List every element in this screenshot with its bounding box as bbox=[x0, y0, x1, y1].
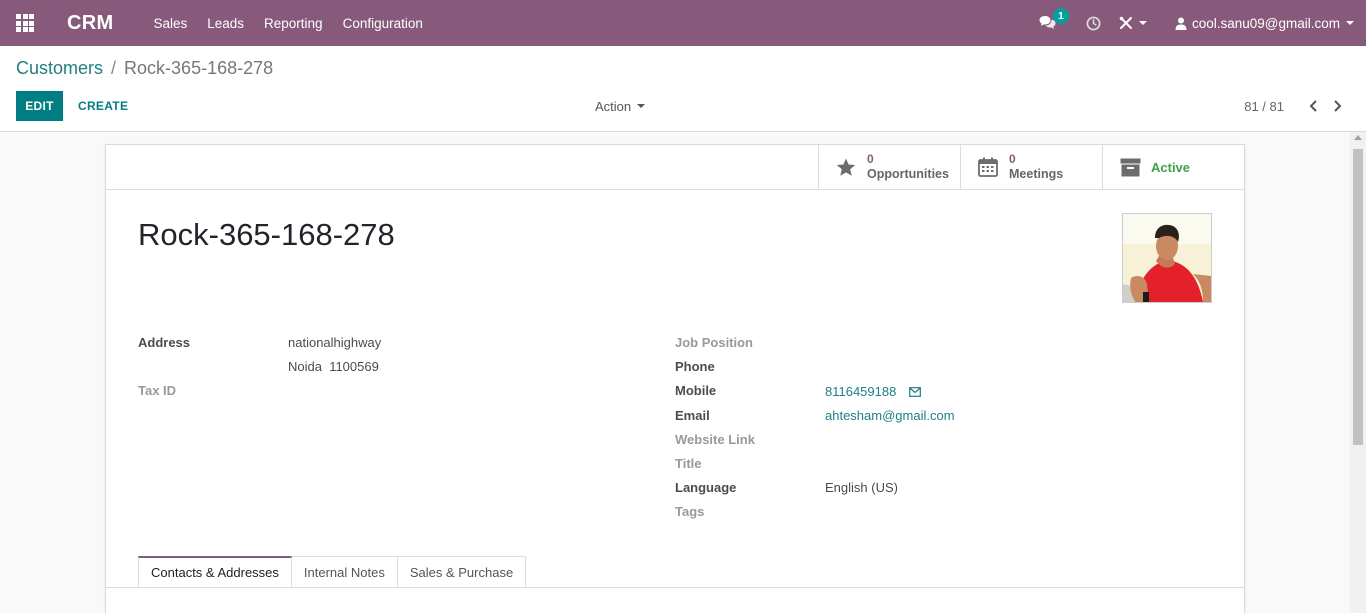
pager: 81 / 81 bbox=[1244, 91, 1346, 121]
edit-button[interactable]: EDIT bbox=[16, 91, 63, 121]
language-value: English (US) bbox=[825, 480, 898, 495]
breadcrumb: Customers / Rock-365-168-278 bbox=[16, 58, 273, 79]
address-line2: Noida 1100569 bbox=[288, 359, 379, 374]
clock-icon[interactable] bbox=[1086, 16, 1101, 31]
user-email: cool.sanu09@gmail.com bbox=[1191, 15, 1340, 31]
debug-tools-icon[interactable] bbox=[1119, 16, 1147, 30]
opportunities-label: Opportunities bbox=[867, 167, 949, 181]
address-line1: nationalhighway bbox=[288, 335, 382, 350]
send-sms-envelope-icon[interactable] bbox=[909, 385, 921, 400]
tags-label: Tags bbox=[675, 504, 705, 519]
meetings-smart-button[interactable]: 0 Meetings bbox=[960, 145, 1102, 189]
avatar[interactable] bbox=[1122, 213, 1212, 303]
meetings-count: 0 bbox=[1009, 152, 1016, 166]
breadcrumb-separator: / bbox=[111, 58, 117, 78]
caret-down-icon bbox=[637, 104, 646, 108]
mobile-label: Mobile bbox=[675, 383, 717, 398]
user-icon bbox=[1175, 17, 1187, 30]
create-button[interactable]: CREATE bbox=[78, 91, 128, 121]
notebook-tabs: Contacts & Addresses Internal Notes Sale… bbox=[138, 556, 527, 588]
address-label: Address bbox=[138, 335, 191, 350]
smart-buttons: 0 Opportunities 0 Meetings Active bbox=[818, 145, 1244, 189]
scroll-thumb[interactable] bbox=[1353, 149, 1363, 445]
active-toggle-button[interactable]: Active bbox=[1102, 145, 1244, 189]
tab-sales-purchase[interactable]: Sales & Purchase bbox=[397, 556, 527, 588]
email-value-link[interactable]: ahtesham@gmail.com bbox=[825, 408, 955, 423]
tab-internal-notes[interactable]: Internal Notes bbox=[291, 556, 398, 588]
chat-icon[interactable]: 1 bbox=[1039, 8, 1069, 31]
menu-leads[interactable]: Leads bbox=[207, 16, 244, 31]
menu-reporting[interactable]: Reporting bbox=[264, 16, 323, 31]
action-label: Action bbox=[595, 98, 632, 114]
menu-sales[interactable]: Sales bbox=[153, 16, 187, 31]
opportunities-smart-button[interactable]: 0 Opportunities bbox=[818, 145, 960, 189]
phone-label: Phone bbox=[675, 359, 715, 374]
star-icon bbox=[835, 158, 857, 177]
form-sheet: 0 Opportunities 0 Meetings Active Rock-3… bbox=[105, 144, 1245, 613]
next-record-icon[interactable] bbox=[1328, 96, 1346, 116]
active-label: Active bbox=[1151, 159, 1191, 175]
chat-badge: 1 bbox=[1052, 8, 1069, 24]
caret-down-icon bbox=[1138, 21, 1147, 25]
apps-menu-icon[interactable] bbox=[0, 0, 50, 46]
scroll-up-arrow-icon[interactable] bbox=[1354, 135, 1362, 140]
record-title: Rock-365-168-278 bbox=[138, 217, 395, 252]
archive-icon bbox=[1119, 158, 1141, 177]
language-label: Language bbox=[675, 480, 737, 495]
tax-id-label: Tax ID bbox=[138, 383, 177, 398]
meetings-label: Meetings bbox=[1009, 167, 1064, 181]
opportunities-count: 0 bbox=[867, 152, 874, 166]
email-label: Email bbox=[675, 408, 710, 423]
user-menu[interactable]: cool.sanu09@gmail.com bbox=[1175, 16, 1354, 31]
control-panel: Customers / Rock-365-168-278 EDIT CREATE… bbox=[0, 46, 1366, 132]
tab-contacts-addresses[interactable]: Contacts & Addresses bbox=[138, 556, 292, 588]
caret-down-icon bbox=[1346, 21, 1354, 25]
pager-value[interactable]: 81 / 81 bbox=[1244, 99, 1284, 114]
vertical-scrollbar[interactable] bbox=[1350, 132, 1366, 613]
app-brand[interactable]: CRM bbox=[67, 12, 113, 35]
action-dropdown[interactable]: Action bbox=[595, 91, 646, 121]
previous-record-icon[interactable] bbox=[1304, 96, 1322, 116]
breadcrumb-current: Rock-365-168-278 bbox=[124, 58, 274, 78]
breadcrumb-customers-link[interactable]: Customers bbox=[16, 58, 103, 79]
calendar-icon bbox=[977, 157, 999, 177]
divider bbox=[106, 189, 1244, 190]
top-navbar: CRM Sales Leads Reporting Configuration … bbox=[0, 0, 1366, 46]
job-position-label: Job Position bbox=[675, 335, 753, 350]
title-label: Title bbox=[675, 456, 702, 471]
menu-configuration[interactable]: Configuration bbox=[343, 16, 423, 31]
mobile-value-link[interactable]: 8116459188 bbox=[825, 384, 896, 399]
website-link-label: Website Link bbox=[675, 432, 755, 447]
